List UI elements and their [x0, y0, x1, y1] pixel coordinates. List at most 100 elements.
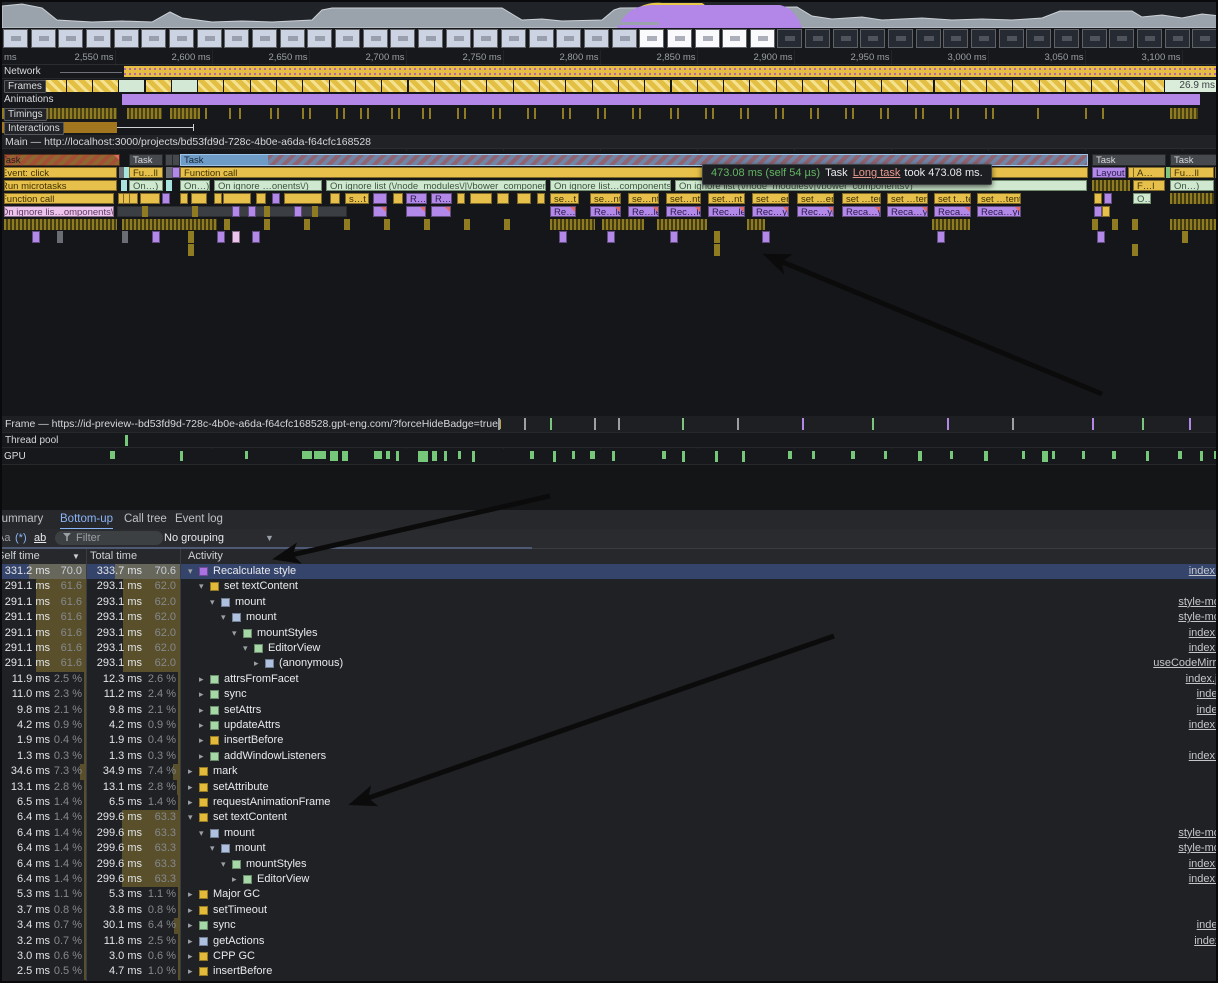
source-location-link[interactable]: index.js — [1189, 857, 1218, 872]
flame-bar[interactable] — [224, 219, 230, 231]
activity-name[interactable]: mount — [235, 842, 266, 854]
expand-arrow-icon[interactable]: ▸ — [199, 703, 209, 718]
frame-cell-partial[interactable] — [777, 80, 803, 92]
activity-name[interactable]: setAttrs — [224, 704, 261, 716]
flame-bar[interactable] — [406, 206, 426, 218]
collapse-arrow-icon[interactable]: ▾ — [210, 841, 220, 856]
expand-arrow-icon[interactable]: ▸ — [232, 872, 242, 887]
track-frames[interactable]: Frames 26.9 ms — [2, 79, 1218, 94]
flame-bar[interactable]: s…t — [345, 193, 369, 205]
timing-mark[interactable] — [957, 108, 959, 119]
timing-mark[interactable] — [817, 108, 819, 119]
flame-bar[interactable] — [657, 219, 707, 231]
grouping-select[interactable]: No grouping — [164, 529, 224, 548]
grouping-caret-icon[interactable]: ▼ — [265, 529, 274, 548]
expand-arrow-icon[interactable]: ▸ — [188, 949, 198, 964]
timing-mark[interactable] — [302, 108, 304, 119]
flame-bar[interactable]: Run microtasks — [4, 180, 117, 192]
filmstrip-thumbnail[interactable] — [224, 29, 249, 48]
filmstrip-thumbnail[interactable] — [501, 29, 526, 48]
filmstrip-thumbnail[interactable] — [86, 29, 111, 48]
timing-mark[interactable] — [1085, 108, 1087, 119]
table-row[interactable]: 6.4 ms1.4 %299.6 ms63.3 %▸EditorViewinde… — [2, 872, 1218, 887]
activity-name[interactable]: CPP GC — [213, 950, 255, 962]
flame-bar[interactable] — [294, 206, 302, 218]
filmstrip-thumbnail[interactable] — [252, 29, 277, 48]
source-location-link[interactable]: index.js: — [1186, 672, 1218, 687]
collapse-arrow-icon[interactable]: ▾ — [232, 626, 242, 641]
flame-bar[interactable]: O… — [1133, 193, 1151, 205]
source-location-link[interactable]: index.js — [1189, 872, 1218, 887]
timing-marks-block[interactable] — [127, 108, 162, 119]
timing-marks-block[interactable] — [1170, 108, 1198, 119]
activity-name[interactable]: mountStyles — [246, 858, 307, 870]
filmstrip-thumbnail[interactable] — [446, 29, 471, 48]
flame-bar[interactable]: R… — [431, 193, 452, 205]
table-row[interactable]: 4.2 ms0.9 %4.2 ms0.9 %▸updateAttrsindex.… — [2, 718, 1218, 733]
frame-cell-partial[interactable] — [619, 80, 645, 92]
flame-bar[interactable]: Function call — [4, 193, 114, 205]
source-location-link[interactable]: index.js — [1189, 564, 1218, 579]
collapse-arrow-icon[interactable]: ▾ — [221, 610, 231, 625]
timing-mark[interactable] — [985, 108, 987, 119]
flame-bar[interactable] — [497, 193, 509, 205]
table-row[interactable]: 9.8 ms2.1 %9.8 ms2.1 %▸setAttrsindex. — [2, 703, 1218, 718]
timing-marks-block[interactable] — [170, 108, 200, 119]
frame-cell-partial[interactable] — [1092, 80, 1118, 92]
tab-bottom-up[interactable]: Bottom-up — [60, 510, 113, 530]
filmstrip-thumbnail[interactable] — [722, 29, 747, 48]
filmstrip-thumbnail[interactable] — [833, 29, 858, 48]
flame-bar[interactable] — [180, 193, 188, 205]
flame-bar[interactable]: A… — [1133, 167, 1165, 179]
timing-mark[interactable] — [569, 108, 571, 119]
timing-mark[interactable] — [810, 108, 812, 119]
flame-bar[interactable] — [559, 231, 567, 243]
filmstrip-thumbnail[interactable] — [556, 29, 581, 48]
flame-bar[interactable] — [504, 219, 510, 231]
filmstrip[interactable] — [2, 28, 1218, 51]
frame-cell-partial[interactable] — [224, 80, 250, 92]
activity-name[interactable]: insertBefore — [213, 965, 272, 977]
track-network[interactable]: Network — [2, 65, 1218, 79]
flame-bar[interactable] — [217, 231, 225, 243]
flame-bar[interactable] — [762, 231, 770, 243]
table-row[interactable]: 6.4 ms1.4 %299.6 ms63.3 %▾mountstyle-mod — [2, 826, 1218, 841]
timing-mark[interactable] — [747, 108, 749, 119]
table-row[interactable]: 291.1 ms61.6 %293.1 ms62.0 %▾mountstyle-… — [2, 610, 1218, 625]
activity-name[interactable]: updateAttrs — [224, 719, 280, 731]
flame-bar[interactable] — [670, 231, 678, 243]
expand-arrow-icon[interactable]: ▸ — [199, 687, 209, 702]
flame-bar[interactable] — [162, 193, 170, 205]
flame-bar[interactable]: On ignore list…components\/) — [550, 180, 671, 192]
filmstrip-thumbnail[interactable] — [612, 29, 637, 48]
flame-bar[interactable]: Reca…yle — [842, 206, 881, 218]
flame-bar[interactable] — [232, 231, 240, 243]
frame-cell-partial[interactable] — [908, 80, 934, 92]
activity-name[interactable]: setAttribute — [213, 781, 269, 793]
flame-bar[interactable]: Reca…tyle — [934, 206, 971, 218]
source-location-link[interactable]: index. — [1197, 918, 1218, 933]
filmstrip-thumbnail[interactable] — [1082, 29, 1107, 48]
flame-bar[interactable]: Reca…yle — [977, 206, 1021, 218]
activity-name[interactable]: sync — [213, 919, 236, 931]
frame-thread-row[interactable]: Frame — https://id-preview--bd53fd9d-728… — [2, 416, 1218, 433]
collapse-arrow-icon[interactable]: ▾ — [188, 810, 198, 825]
timing-mark[interactable] — [632, 108, 634, 119]
flame-bar[interactable]: Rec…yle — [752, 206, 789, 218]
activity-name[interactable]: Recalculate style — [213, 565, 296, 577]
frame-cell-partial[interactable] — [566, 80, 592, 92]
collapse-arrow-icon[interactable]: ▾ — [199, 579, 209, 594]
frame-cell-partial[interactable] — [330, 80, 356, 92]
flame-bar[interactable] — [4, 219, 117, 231]
timing-mark[interactable] — [527, 108, 529, 119]
source-location-link[interactable]: index.js — [1189, 641, 1218, 656]
column-total-time[interactable]: Total time — [90, 549, 137, 564]
flame-bar[interactable]: On ignore lis…omponents\/) — [4, 206, 114, 218]
timing-mark[interactable] — [639, 108, 641, 119]
frame-cell-partial[interactable] — [146, 80, 172, 92]
flame-bar[interactable] — [747, 219, 765, 231]
filmstrip-thumbnail[interactable] — [58, 29, 83, 48]
table-row[interactable]: 13.1 ms2.8 %13.1 ms2.8 %▸setAttribute — [2, 780, 1218, 795]
activity-name[interactable]: mount — [235, 596, 266, 608]
flame-bar[interactable] — [932, 219, 970, 231]
